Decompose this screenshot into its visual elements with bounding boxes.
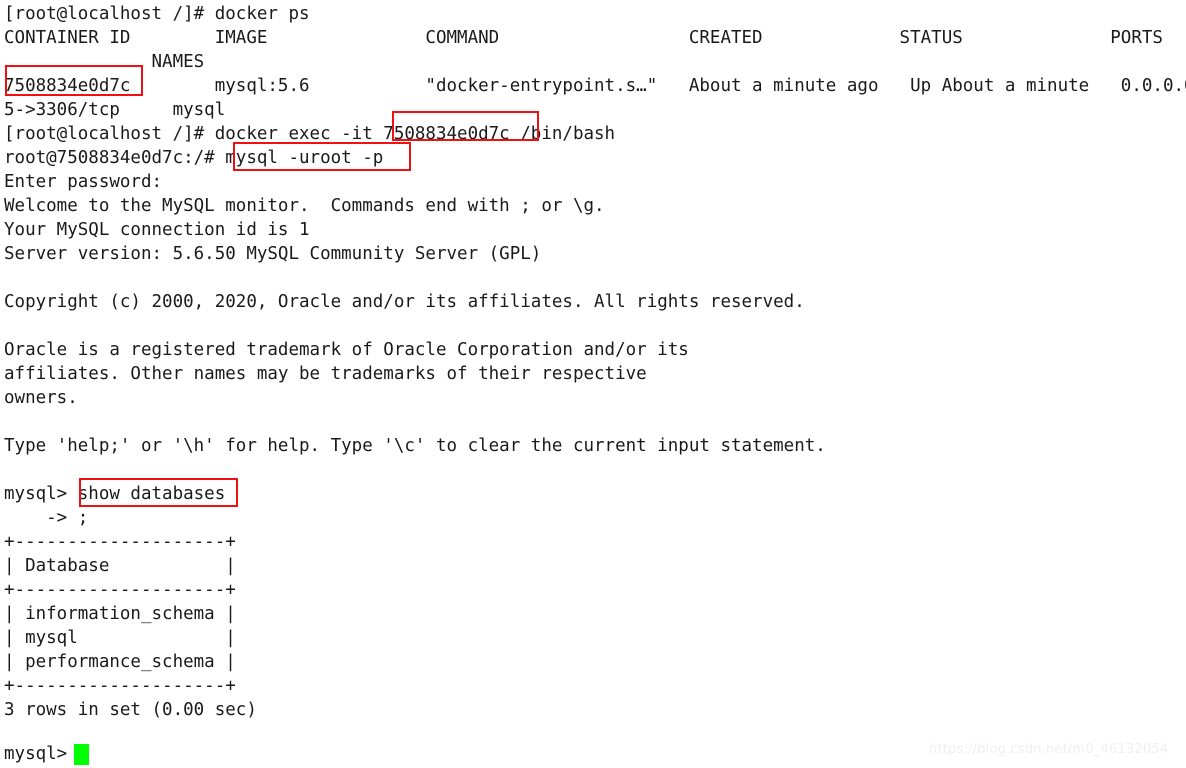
terminal-line-rows-in-set: 3 rows in set (0.00 sec) [4, 700, 257, 720]
terminal-line-command-mysql-login: root@7508834e0d7c:/# mysql -uroot -p [4, 148, 384, 168]
terminal-line-table-border-mid: +--------------------+ [4, 580, 236, 600]
terminal-line-table-header: | Database | [4, 556, 236, 576]
terminal-line-table-border-top: +--------------------+ [4, 532, 236, 552]
terminal-window[interactable]: [root@localhost /]# docker ps CONTAINER … [0, 0, 1186, 768]
terminal-line-command-docker-ps: [root@localhost /]# docker ps [4, 4, 310, 24]
terminal-line-command-show-databases: mysql> show databases [4, 484, 226, 504]
terminal-line-table-border-bottom: +--------------------+ [4, 676, 236, 696]
terminal-line-connection-id: Your MySQL connection id is 1 [4, 220, 310, 240]
terminal-line-table-row-performance-schema: | performance_schema | [4, 652, 236, 672]
terminal-line-active-mysql-prompt: mysql> [4, 744, 78, 764]
terminal-line-copyright: Copyright (c) 2000, 2020, Oracle and/or … [4, 292, 805, 312]
terminal-line-docker-ps-row: 7508834e0d7c mysql:5.6 "docker-entrypoin… [4, 76, 1186, 96]
terminal-line-table-row-information-schema: | information_schema | [4, 604, 236, 624]
terminal-line-docker-ps-row-wrap: 5->3306/tcp mysql [4, 100, 226, 120]
terminal-line-trademark-3: owners. [4, 388, 78, 408]
text-cursor [74, 744, 89, 765]
terminal-line-table-row-mysql: | mysql | [4, 628, 236, 648]
terminal-line-docker-ps-headers: CONTAINER ID IMAGE COMMAND CREATED STATU… [4, 28, 1163, 48]
terminal-line-help-hint: Type 'help;' or '\h' for help. Type '\c'… [4, 436, 826, 456]
terminal-line-server-version: Server version: 5.6.50 MySQL Community S… [4, 244, 542, 264]
terminal-line-command-docker-exec: [root@localhost /]# docker exec -it 7508… [4, 124, 616, 144]
terminal-line-trademark-2: affiliates. Other names may be trademark… [4, 364, 647, 384]
terminal-line-trademark-1: Oracle is a registered trademark of Orac… [4, 340, 689, 360]
watermark-text: https://blog.csdn.net/m0_46132054 [929, 742, 1169, 757]
terminal-line-password-prompt: Enter password: [4, 172, 163, 192]
terminal-line-docker-ps-headers-wrap: NAMES [4, 52, 205, 72]
terminal-line-continuation-semicolon: -> ; [4, 508, 89, 528]
terminal-line-mysql-welcome: Welcome to the MySQL monitor. Commands e… [4, 196, 605, 216]
